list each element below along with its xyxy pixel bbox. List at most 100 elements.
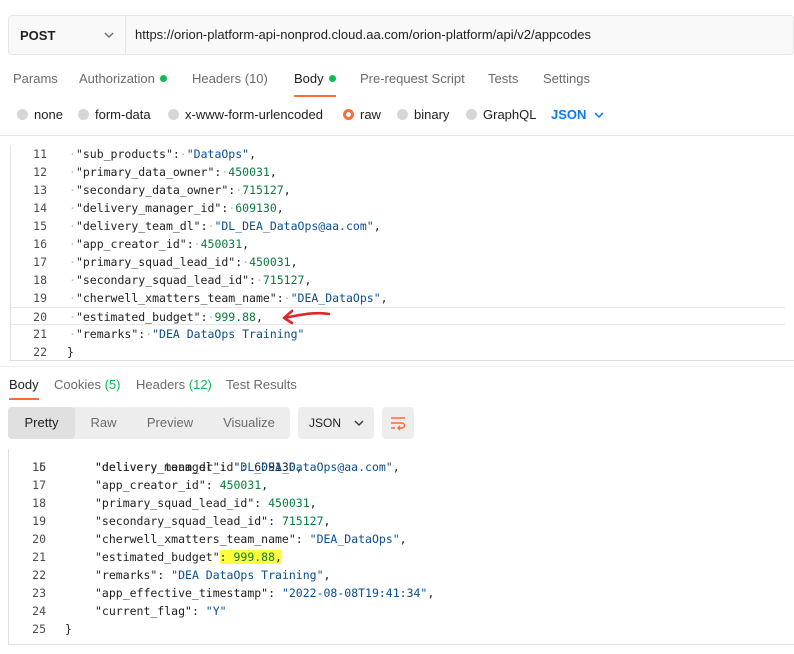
arrow-annotation-icon xyxy=(282,309,331,325)
radio-circle-icon xyxy=(17,109,28,120)
json-value: 450031 xyxy=(268,496,310,510)
json-key: "sub_products" xyxy=(75,147,173,161)
code-text: ·"remarks":·"DEA DataOps Training" xyxy=(69,325,304,343)
body-format-label: JSON xyxy=(551,107,587,122)
code-text: } xyxy=(67,343,74,361)
response-format-select[interactable]: JSON xyxy=(298,407,374,439)
url-input[interactable]: https://orion-platform-api-nonprod.cloud… xyxy=(135,16,591,54)
json-key: "secondary_squad_lead_id" xyxy=(75,273,250,287)
json-key: "app_creator_id" xyxy=(75,237,187,251)
indent-dots: · xyxy=(69,291,76,305)
wrap-lines-button[interactable] xyxy=(382,407,414,439)
radio-raw[interactable]: raw xyxy=(343,107,381,122)
tab-tests[interactable]: Tests xyxy=(488,71,518,86)
code-line: 14 ·"delivery_manager_id":·609130, xyxy=(11,199,785,217)
radio-graphql[interactable]: GraphQL xyxy=(466,107,536,122)
radio-binary[interactable]: binary xyxy=(397,107,449,122)
json-rest: : "DEA DataOps Training", xyxy=(157,568,330,582)
json-colon: : xyxy=(276,291,284,305)
json-key: "primary_squad_lead_id" xyxy=(95,496,255,510)
line-number: 13 xyxy=(33,183,47,197)
tab-params[interactable]: Params xyxy=(13,71,58,86)
json-colon: : xyxy=(268,514,282,528)
method-select[interactable]: POST xyxy=(9,16,126,54)
radio-none[interactable]: none xyxy=(17,107,63,122)
view-raw[interactable]: Raw xyxy=(75,407,132,439)
radio-label: x-www-form-urlencoded xyxy=(185,107,323,122)
json-rest: : 450031, xyxy=(206,478,268,492)
json-value: 999.88 xyxy=(233,550,276,564)
line-number: 14 xyxy=(33,201,47,215)
code-text: "current_flag": "Y" xyxy=(95,602,227,620)
code-line: 24 "current_flag": "Y" xyxy=(9,602,783,620)
json-value: 450031 xyxy=(200,237,243,251)
json-value: 450031 xyxy=(228,165,270,179)
radio-x-www-form-urlencoded[interactable]: x-www-form-urlencoded xyxy=(168,107,323,122)
tab-authorization-label: Authorization xyxy=(79,71,155,86)
line-number: 22 xyxy=(33,345,47,359)
code-text: "secondary_squad_lead_id": 715127, xyxy=(95,512,330,530)
code-text: "app_effective_timestamp": "2022-08-08T1… xyxy=(95,584,434,602)
highlighted-value: : 999.88, xyxy=(219,550,282,564)
json-colon: : xyxy=(191,604,206,618)
code-text: "estimated_budget": 999.88, xyxy=(95,548,282,566)
divider xyxy=(0,135,794,136)
json-value: "DL_DEA_DataOps@aa.com" xyxy=(214,219,374,233)
line-number: 17 xyxy=(33,255,47,269)
response-tab-headers[interactable]: Headers (12) xyxy=(136,377,212,392)
json-brace: } xyxy=(65,622,72,636)
json-key: "primary_data_owner" xyxy=(75,165,215,179)
json-colon: : xyxy=(200,310,208,324)
json-comma: , xyxy=(392,460,400,474)
radio-label: none xyxy=(34,107,63,122)
tab-headers[interactable]: Headers (10) xyxy=(192,71,268,86)
json-key: "estimated_budget" xyxy=(95,550,220,564)
indent-dots: · xyxy=(69,219,76,233)
line-number: 21 xyxy=(32,550,46,564)
response-tab-body[interactable]: Body xyxy=(9,377,39,392)
json-value: 450031 xyxy=(219,478,262,492)
response-view-toggle: Pretty Raw Preview Visualize xyxy=(8,407,290,439)
json-key: "estimated_budget" xyxy=(75,310,201,324)
json-key: "app_creator_id" xyxy=(95,478,206,492)
body-format-select[interactable]: JSON xyxy=(551,107,605,122)
tab-authorization[interactable]: Authorization xyxy=(79,71,167,86)
chevron-down-icon xyxy=(104,32,114,38)
chevron-down-icon xyxy=(594,111,604,118)
line-number: 16 xyxy=(32,460,46,474)
radio-selected-icon xyxy=(343,109,354,120)
json-comma: , xyxy=(269,165,277,179)
view-pretty[interactable]: Pretty xyxy=(8,407,75,439)
json-comma: , xyxy=(373,219,381,233)
tab-settings[interactable]: Settings xyxy=(543,71,590,86)
response-tab-cookies[interactable]: Cookies (5) xyxy=(54,377,120,392)
json-brace: } xyxy=(67,345,74,359)
response-tab-test-results[interactable]: Test Results xyxy=(226,377,297,392)
radio-form-data[interactable]: form-data xyxy=(78,107,151,122)
view-preview[interactable]: Preview xyxy=(132,407,208,439)
code-text: "cherwell_xmatters_team_name": "DEA_Data… xyxy=(95,530,407,548)
code-line: 11 ·"sub_products":·"DataOps", xyxy=(11,145,785,163)
tab-count-badge: (5) xyxy=(104,377,121,392)
json-comma: , xyxy=(323,568,331,582)
json-comma: , xyxy=(304,273,312,287)
response-body-viewer[interactable]: 15 "delivery_manager_id": 609130, 16 "deli… xyxy=(8,449,794,645)
line-number: 24 xyxy=(32,604,46,618)
json-value: 609130 xyxy=(235,201,277,215)
line-number: 18 xyxy=(33,273,47,287)
code-text: ·"delivery_team_dl":·"DL_DEA_DataOps@aa.… xyxy=(69,217,381,235)
line-number: 25 xyxy=(32,622,46,636)
json-colon: : xyxy=(249,273,256,287)
json-colon: : xyxy=(205,478,220,492)
view-visualize[interactable]: Visualize xyxy=(208,407,290,439)
request-body-editor[interactable]: 11 ·"sub_products":·"DataOps", 12 ·"primary… xyxy=(10,145,794,361)
json-comma: , xyxy=(290,255,298,269)
tab-pre-request-script[interactable]: Pre-request Script xyxy=(360,71,465,86)
json-value: "2022-08-08T19:41:34" xyxy=(281,586,428,600)
tab-body[interactable]: Body xyxy=(294,71,336,86)
json-comma: , xyxy=(323,514,331,528)
radio-circle-icon xyxy=(397,109,408,120)
json-key: "secondary_data_owner" xyxy=(75,183,229,197)
tab-body-label: Body xyxy=(294,71,324,86)
code-text: ·"cherwell_xmatters_team_name":·"DEA_Dat… xyxy=(69,289,388,307)
